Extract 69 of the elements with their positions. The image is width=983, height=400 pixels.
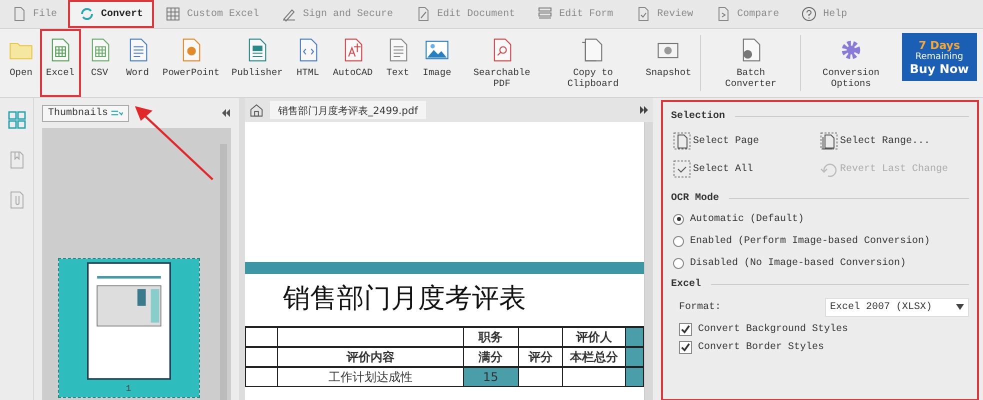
checkbox[interactable] xyxy=(679,340,692,354)
section-title: OCR Mode xyxy=(671,192,720,204)
table-cell xyxy=(246,347,278,367)
toolbar-button[interactable]: Snapshot xyxy=(640,29,698,97)
help-icon xyxy=(801,6,818,22)
table-cell: 15 xyxy=(463,367,518,386)
toolbar-button[interactable]: Excel xyxy=(40,29,81,97)
selection-action[interactable]: Select All xyxy=(673,160,820,178)
document-title: 销售部门月度考评表 xyxy=(282,282,527,316)
table-cell: 职务 xyxy=(463,327,518,347)
checkbox-label: Convert Border Styles xyxy=(698,342,824,352)
toolbar-button[interactable]: Copy to Clipboard xyxy=(546,29,640,97)
toolbar-button[interactable]: Publisher xyxy=(226,29,289,97)
caret-icon xyxy=(111,108,124,118)
grid-icon xyxy=(165,6,182,22)
radio-option[interactable]: Enabled (Perform Image-based Conversion) xyxy=(671,230,969,252)
format-dropdown[interactable]: Excel 2007 (XLSX) xyxy=(825,298,969,316)
toolbar-button[interactable]: Batch Converter xyxy=(704,29,798,97)
table-cell xyxy=(626,367,644,386)
table-cell: 评价内容 xyxy=(278,347,464,367)
radio-button[interactable] xyxy=(673,258,684,268)
page-thumbnail[interactable]: 1 xyxy=(58,259,198,397)
selection-action[interactable]: Select Range... xyxy=(820,132,967,150)
menu-tab[interactable]: Convert xyxy=(68,0,154,28)
thumbnails-dropdown[interactable]: Thumbnails xyxy=(42,104,130,122)
home-icon[interactable] xyxy=(249,102,264,118)
page-number: 1 xyxy=(126,384,132,394)
toolbar-button[interactable]: Image xyxy=(416,29,458,97)
caret-icon xyxy=(956,304,964,310)
table-cell xyxy=(518,327,563,347)
radio-button[interactable] xyxy=(673,236,684,246)
collapse-icon[interactable] xyxy=(221,109,231,117)
option-label: Enabled (Perform Image-based Conversion) xyxy=(690,236,930,246)
page-icon xyxy=(820,132,838,150)
grid-icon[interactable] xyxy=(6,110,26,130)
toolbar-button[interactable]: PowerPoint xyxy=(156,29,226,97)
checkbox-label: Convert Background Styles xyxy=(698,324,848,334)
refresh-icon xyxy=(79,6,96,22)
scrollbar[interactable] xyxy=(644,122,653,400)
radio-option[interactable]: Disabled (No Image-based Conversion) xyxy=(671,252,969,274)
page-icon xyxy=(673,132,691,150)
table-cell xyxy=(626,347,644,367)
table-cell xyxy=(246,327,278,347)
radio-button[interactable] xyxy=(673,214,684,224)
toolbar-button[interactable]: Searchable PDF xyxy=(457,29,546,97)
toolbar-button[interactable]: Open xyxy=(2,29,40,97)
table-cell xyxy=(246,367,278,386)
radio-option[interactable]: Automatic (Default) xyxy=(671,208,969,230)
format-label: Format: xyxy=(679,302,722,312)
table-cell: 工作计划达成性 xyxy=(278,367,464,386)
option-label: Disabled (No Image-based Conversion) xyxy=(690,258,906,268)
toolbar-button[interactable]: Text xyxy=(378,29,417,97)
expand-icon[interactable] xyxy=(639,106,649,114)
section-title: Selection xyxy=(671,110,726,122)
option-label: Automatic (Default) xyxy=(690,214,804,224)
check-icon xyxy=(673,160,691,178)
table-cell: 评分 xyxy=(518,347,563,367)
buy-now-button[interactable]: 7 Days Remaining Buy Now xyxy=(902,33,978,81)
selection-action[interactable]: Select Page xyxy=(673,132,820,150)
document-tab[interactable]: 销售部门月度考评表_2499.pdf xyxy=(270,101,426,119)
toolbar-button[interactable]: Conversion Options xyxy=(804,29,898,97)
toolbar-button[interactable]: HTML xyxy=(288,29,327,97)
toolbar-button[interactable]: CSV xyxy=(80,29,119,97)
toolbar-button[interactable]: Word xyxy=(118,29,157,97)
table-cell xyxy=(626,327,644,347)
section-title: Excel xyxy=(671,278,702,290)
table-cell xyxy=(518,367,563,386)
checkbox[interactable] xyxy=(679,322,692,336)
toolbar-button[interactable]: AutoCAD xyxy=(326,29,379,97)
